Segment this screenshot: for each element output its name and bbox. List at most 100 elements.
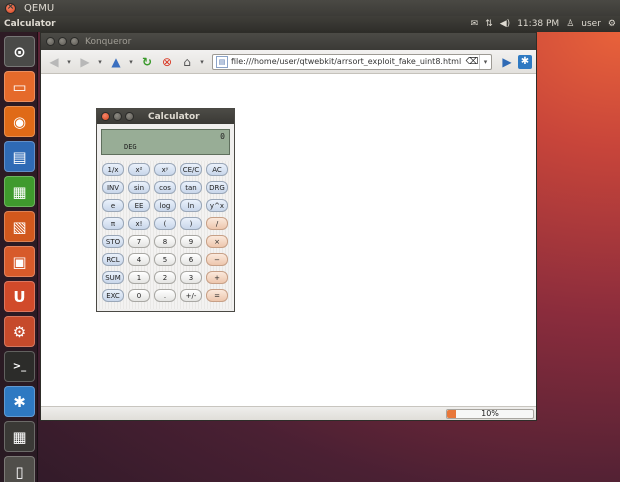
konqueror-maximize-button[interactable]	[70, 37, 79, 46]
calc-key[interactable]: )	[180, 217, 202, 230]
location-history-icon[interactable]: ▾	[479, 54, 491, 69]
calc-key[interactable]: INV	[102, 181, 124, 194]
home-menu-icon[interactable]: ▾	[198, 53, 206, 71]
calculator-keypad: 1/x x² xʸ CE/C AC INV sin cos tan DRG e EE log ln y^x π…	[99, 161, 234, 309]
user-name[interactable]: user	[581, 19, 601, 29]
load-progress-bar: 10%	[446, 409, 534, 419]
calc-key[interactable]: ln	[180, 199, 202, 212]
launcher: ⊙ ▭ ◉ ▤ ▦ ▧ ▣ U ⚙ >_ ✱ ▦ ▯	[0, 32, 38, 482]
calc-key[interactable]: 1	[128, 271, 150, 284]
calc-key[interactable]: DRG	[206, 181, 228, 194]
calc-key[interactable]: 3	[180, 271, 202, 284]
calc-key[interactable]: cos	[154, 181, 176, 194]
mail-icon[interactable]: ✉	[471, 19, 479, 29]
launcher-calc-sheet[interactable]: ▦	[4, 176, 35, 207]
calc-key[interactable]: +	[206, 271, 228, 284]
launcher-dash-home[interactable]: ⊙	[4, 36, 35, 67]
location-bar[interactable]: ▤ ⌫ ▾	[212, 53, 492, 70]
calc-key[interactable]: 6	[180, 253, 202, 266]
calc-key[interactable]: /	[206, 217, 228, 230]
calc-key[interactable]: =	[206, 289, 228, 302]
workspaces-icon: ▦	[12, 427, 27, 446]
launcher-software-center[interactable]: ▣	[4, 246, 35, 277]
calc-key[interactable]: +/-	[180, 289, 202, 302]
calc-key[interactable]: 7	[128, 235, 150, 248]
power-icon[interactable]: ⚙	[608, 19, 616, 29]
launcher-writer[interactable]: ▤	[4, 141, 35, 172]
launcher-kde-app[interactable]: ✱	[4, 386, 35, 417]
calc-key[interactable]: −	[206, 253, 228, 266]
up-history-icon[interactable]: ▾	[127, 53, 135, 71]
launcher-workspaces[interactable]: ▦	[4, 421, 35, 452]
calculator-display: 0 DEG	[101, 129, 230, 155]
up-icon[interactable]: ▲	[107, 53, 125, 71]
calc-key[interactable]: (	[154, 217, 176, 230]
launcher-impress[interactable]: ▧	[4, 211, 35, 242]
calc-key[interactable]: sin	[128, 181, 150, 194]
user-icon[interactable]: ♙	[566, 19, 574, 29]
calc-key[interactable]: 5	[154, 253, 176, 266]
calc-key[interactable]: x²	[128, 163, 150, 176]
calc-key[interactable]: RCL	[102, 253, 124, 266]
launcher-firefox[interactable]: ◉	[4, 106, 35, 137]
calc-key[interactable]: AC	[206, 163, 228, 176]
url-input[interactable]	[231, 57, 465, 66]
calc-key[interactable]: CE/C	[180, 163, 202, 176]
launcher-ubuntu-one[interactable]: U	[4, 281, 35, 312]
go-icon[interactable]: ▶	[498, 53, 516, 71]
top-panel: Calculator ✉ ⇅ ◀) 11:38 PM ♙ user ⚙	[0, 16, 620, 32]
calc-key[interactable]: STO	[102, 235, 124, 248]
forward-icon[interactable]: ▶	[76, 53, 94, 71]
calc-key[interactable]: tan	[180, 181, 202, 194]
calc-key[interactable]: log	[154, 199, 176, 212]
calc-key[interactable]: 4	[128, 253, 150, 266]
clock[interactable]: 11:38 PM	[517, 19, 559, 29]
system-settings-icon: ⚙	[12, 322, 27, 341]
konqueror-title: Konqueror	[85, 36, 132, 47]
software-center-icon: ▣	[12, 252, 27, 271]
calc-key[interactable]: 1/x	[102, 163, 124, 176]
forward-history-icon[interactable]: ▾	[96, 53, 104, 71]
calculator-maximize-button[interactable]	[125, 112, 134, 121]
calc-key[interactable]: e	[102, 199, 124, 212]
load-progress-label: 10%	[481, 409, 499, 418]
calc-key[interactable]: ×	[206, 235, 228, 248]
angle-mode: DEG	[124, 143, 137, 151]
calculator-window: Calculator 0 DEG 1/x x² xʸ CE/C AC INV sin cos t…	[96, 108, 235, 312]
home-icon[interactable]: ⌂	[178, 53, 196, 71]
impress-icon: ▧	[12, 217, 27, 236]
calc-key[interactable]: .	[154, 289, 176, 302]
volume-icon[interactable]: ◀)	[500, 19, 510, 29]
konqueror-close-button[interactable]	[46, 37, 55, 46]
launcher-terminal[interactable]: >_	[4, 351, 35, 382]
calculator-close-button[interactable]	[101, 112, 110, 121]
calc-key[interactable]: xʸ	[154, 163, 176, 176]
stop-icon[interactable]: ⊗	[158, 53, 176, 71]
active-app-title: Calculator	[4, 19, 56, 29]
dash-home-icon: ⊙	[13, 42, 26, 61]
launcher-trash[interactable]: ▯	[4, 456, 35, 482]
network-icon[interactable]: ⇅	[485, 19, 493, 29]
launcher-system-settings[interactable]: ⚙	[4, 316, 35, 347]
launcher-files[interactable]: ▭	[4, 71, 35, 102]
back-icon[interactable]: ◀	[45, 53, 63, 71]
indicator-area: ✉ ⇅ ◀) 11:38 PM ♙ user ⚙	[471, 16, 616, 32]
calc-key[interactable]: 0	[128, 289, 150, 302]
calc-key[interactable]: EXC	[102, 289, 124, 302]
calc-key[interactable]: 8	[154, 235, 176, 248]
calc-key[interactable]: EE	[128, 199, 150, 212]
qemu-close-button[interactable]: ×	[5, 2, 16, 14]
calculator-minimize-button[interactable]	[113, 112, 122, 121]
konqueror-minimize-button[interactable]	[58, 37, 67, 46]
reload-icon[interactable]: ↻	[138, 53, 156, 71]
writer-icon: ▤	[12, 147, 27, 166]
calc-key[interactable]: x!	[128, 217, 150, 230]
calc-key[interactable]: 2	[154, 271, 176, 284]
calc-key[interactable]: π	[102, 217, 124, 230]
calc-key[interactable]: SUM	[102, 271, 124, 284]
back-history-icon[interactable]: ▾	[65, 53, 73, 71]
calc-key[interactable]: y^x	[206, 199, 228, 212]
kde-logo-icon[interactable]: ✱	[518, 54, 532, 69]
calc-key[interactable]: 9	[180, 235, 202, 248]
clear-location-icon[interactable]: ⌫	[465, 57, 479, 67]
